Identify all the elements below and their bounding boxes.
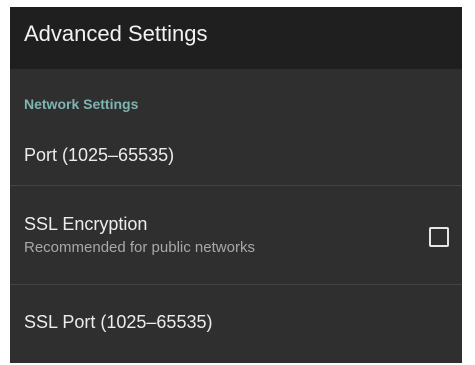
ssl-port-preference[interactable]: SSL Port (1025–65535) xyxy=(10,285,462,363)
ssl-port-preference-title: SSL Port (1025–65535) xyxy=(24,312,213,332)
page-title: Advanced Settings xyxy=(24,21,208,46)
settings-screen: Advanced Settings Network Settings Port … xyxy=(10,7,462,363)
ssl-encryption-preference[interactable]: SSL Encryption Recommended for public ne… xyxy=(10,186,462,284)
ssl-encryption-checkbox[interactable] xyxy=(429,227,449,247)
port-preference[interactable]: Port (1025–65535) xyxy=(10,125,462,185)
port-preference-title: Port (1025–65535) xyxy=(24,145,175,165)
section-header-network-settings: Network Settings xyxy=(24,96,139,112)
ssl-encryption-title: SSL Encryption xyxy=(24,214,148,234)
ssl-encryption-summary: Recommended for public networks xyxy=(24,239,255,256)
app-bar: Advanced Settings xyxy=(10,7,462,69)
